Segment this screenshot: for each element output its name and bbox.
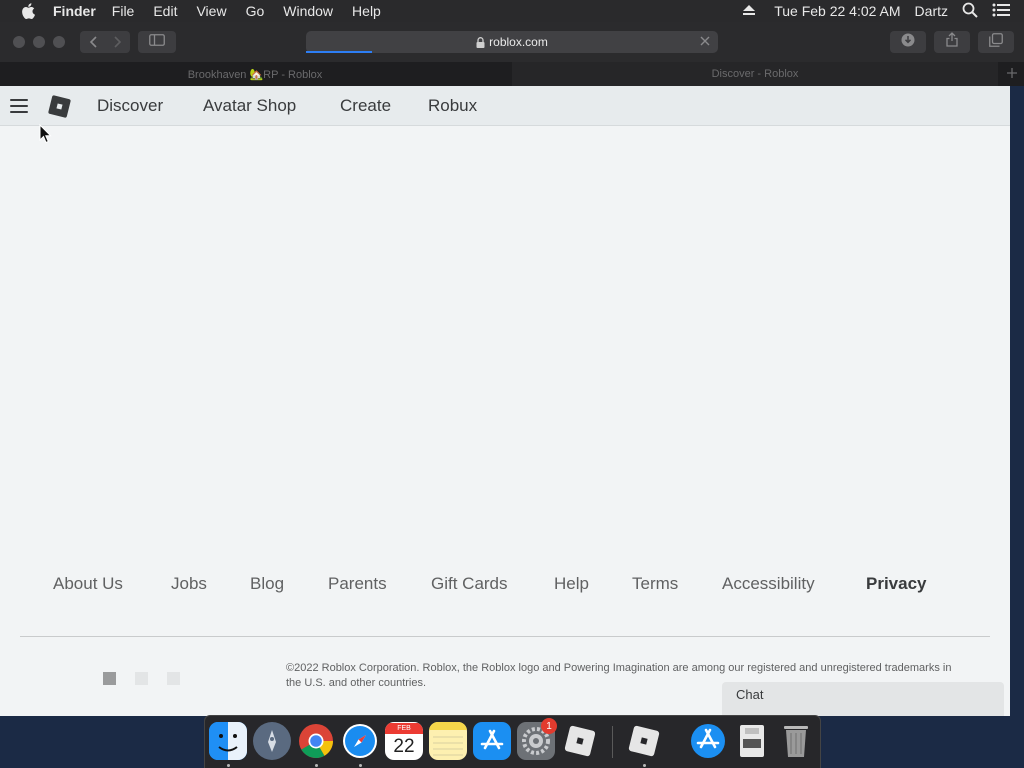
safari-icon[interactable] <box>341 722 379 760</box>
roblox-studio-running-indicator <box>643 764 646 767</box>
nav-link-robux[interactable]: Robux <box>428 86 477 126</box>
roblox-logo-icon[interactable] <box>47 94 72 119</box>
footer-link-blog[interactable]: Blog <box>250 574 284 594</box>
page-load-progress <box>306 51 372 53</box>
menu-bar-user[interactable]: Dartz <box>915 3 948 19</box>
downloads-button[interactable] <box>890 31 926 53</box>
nav-link-avatar-shop[interactable]: Avatar Shop <box>203 86 296 126</box>
lock-icon <box>476 36 485 48</box>
window-minimize-button[interactable] <box>33 36 45 48</box>
spotlight-search-icon[interactable] <box>962 2 978 21</box>
share-button[interactable] <box>934 31 970 53</box>
calendar-day: 22 <box>393 736 415 757</box>
roblox-studio-icon[interactable] <box>625 722 663 760</box>
menu-file[interactable]: File <box>112 0 135 22</box>
finder-icon[interactable] <box>209 722 247 760</box>
new-tab-icon <box>1007 65 1017 83</box>
tab-title: Brookhaven 🏡RP - Roblox <box>187 68 323 81</box>
app-menu-finder[interactable]: Finder <box>53 0 96 22</box>
window-close-button[interactable] <box>13 36 25 48</box>
system-preferences-badge: 1 <box>541 718 557 734</box>
roblox-top-nav: Discover Avatar Shop Create Robux <box>0 86 1010 126</box>
browser-tab-brookhaven[interactable]: Brookhaven 🏡RP - Roblox <box>0 62 510 86</box>
new-tab-button[interactable] <box>1000 62 1024 86</box>
footer-link-about-us[interactable]: About Us <box>53 574 123 594</box>
roblox-page: Discover Avatar Shop Create Robux About … <box>0 86 1010 716</box>
footer-link-jobs[interactable]: Jobs <box>171 574 207 594</box>
footer-links: About Us Jobs Blog Parents Gift Cards He… <box>0 574 1010 598</box>
disk-utility-icon[interactable] <box>733 722 771 760</box>
tab-overview-button[interactable] <box>978 31 1014 53</box>
nav-link-discover[interactable]: Discover <box>97 86 163 126</box>
share-icon <box>946 32 958 52</box>
macos-menu-bar: Finder File Edit View Go Window Help Tue… <box>0 0 1024 22</box>
footer-link-help[interactable]: Help <box>554 574 589 594</box>
mouse-cursor-icon <box>39 123 53 144</box>
browser-tab-bar: Brookhaven 🏡RP - Roblox Discover - Roblo… <box>0 62 1024 86</box>
tab-overview-icon <box>989 32 1003 52</box>
back-icon[interactable] <box>80 36 105 48</box>
menu-bar-right: Tue Feb 22 4:02 AM Dartz <box>728 0 1024 22</box>
launchpad-icon[interactable] <box>253 722 291 760</box>
stop-loading-icon[interactable] <box>698 34 712 48</box>
window-zoom-button[interactable] <box>53 36 65 48</box>
notes-icon[interactable] <box>429 722 467 760</box>
chrome-running-indicator <box>315 764 318 767</box>
app-store-downloads-icon[interactable] <box>689 722 727 760</box>
tab-title: Discover - Roblox <box>711 68 799 80</box>
trash-icon[interactable] <box>777 722 815 760</box>
footer-link-parents[interactable]: Parents <box>328 574 387 594</box>
eject-icon[interactable] <box>742 3 756 19</box>
chat-label: Chat <box>736 687 764 702</box>
sidebar-icon <box>149 33 165 51</box>
nav-link-create[interactable]: Create <box>340 86 391 126</box>
footer-link-terms[interactable]: Terms <box>632 574 678 594</box>
footer-link-privacy[interactable]: Privacy <box>866 574 927 594</box>
chrome-icon[interactable] <box>297 722 335 760</box>
browser-toolbar: roblox.com <box>0 22 1024 62</box>
menu-icon[interactable] <box>10 99 28 113</box>
roblox-icon[interactable] <box>561 722 599 760</box>
browser-tab-discover[interactable]: Discover - Roblox <box>512 62 998 86</box>
footer-link-accessibility[interactable]: Accessibility <box>722 574 815 594</box>
macos-dock: FEB 22 <box>204 715 821 768</box>
social-icon-3[interactable] <box>167 672 180 685</box>
menu-bar-clock[interactable]: Tue Feb 22 4:02 AM <box>774 3 900 19</box>
footer-divider <box>20 636 990 637</box>
footer-link-gift-cards[interactable]: Gift Cards <box>431 574 508 594</box>
finder-running-indicator <box>227 764 230 767</box>
address-url: roblox.com <box>489 35 548 49</box>
menu-edit[interactable]: Edit <box>153 0 177 22</box>
menu-go[interactable]: Go <box>246 0 265 22</box>
sidebar-button[interactable] <box>138 31 176 53</box>
calendar-icon[interactable]: FEB 22 <box>385 722 423 760</box>
dock-separator <box>612 726 613 758</box>
menu-help[interactable]: Help <box>352 0 381 22</box>
safari-running-indicator <box>359 764 362 767</box>
calendar-month: FEB <box>385 723 423 734</box>
download-icon <box>901 33 915 52</box>
app-store-icon[interactable] <box>473 722 511 760</box>
control-center-icon[interactable] <box>992 3 1010 20</box>
back-forward-buttons <box>80 31 130 53</box>
footer-social-icons <box>103 672 183 686</box>
forward-icon[interactable] <box>105 36 130 48</box>
menu-bar-left: Finder File Edit View Go Window Help <box>0 0 400 22</box>
address-bar[interactable]: roblox.com <box>306 31 718 53</box>
chat-bar[interactable]: Chat <box>722 682 1004 716</box>
menu-window[interactable]: Window <box>283 0 333 22</box>
social-icon-2[interactable] <box>135 672 148 685</box>
social-icon-1[interactable] <box>103 672 116 685</box>
apple-icon[interactable] <box>19 0 37 22</box>
menu-view[interactable]: View <box>196 0 226 22</box>
